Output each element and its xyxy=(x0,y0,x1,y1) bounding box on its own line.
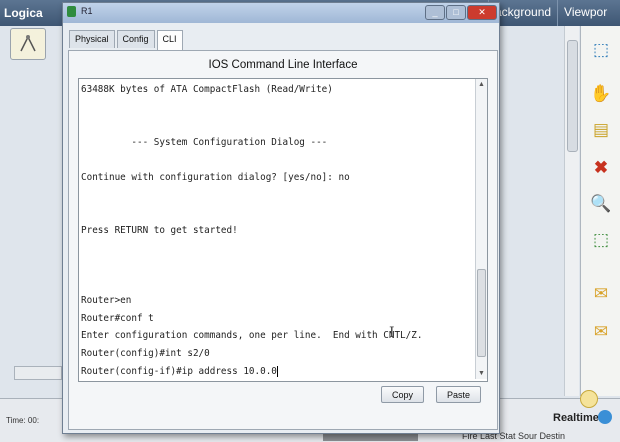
note-icon[interactable]: ▤ xyxy=(589,118,613,142)
workspace-horizontal-scrollbar[interactable] xyxy=(14,366,62,380)
terminal-output[interactable]: 63488K bytes of ATA CompactFlash (Read/W… xyxy=(81,81,476,377)
terminal-line: Press RETURN to get started! xyxy=(81,224,238,236)
window-titlebar[interactable]: R1 _ □ ✕ xyxy=(63,3,499,23)
terminal-line: 63488K bytes of ATA CompactFlash (Read/W… xyxy=(81,84,333,95)
cli-panel: IOS Command Line Interface 63488K bytes … xyxy=(68,50,498,430)
common-tools-bar: ⬚ ✋ ▤ ✖ 🔍 ⬚ ✉ ✉ xyxy=(580,26,620,396)
terminal-line: Router#conf t xyxy=(81,312,154,324)
workspace-tabs: ackground Viewpor xyxy=(488,0,613,26)
scroll-up-icon[interactable]: ▲ xyxy=(478,81,485,88)
terminal[interactable]: 63488K bytes of ATA CompactFlash (Read/W… xyxy=(78,78,488,382)
copy-button[interactable]: Copy xyxy=(381,386,425,403)
tab-physical[interactable]: Physical xyxy=(69,30,115,48)
clock-icon[interactable] xyxy=(580,390,598,408)
hand-icon[interactable]: ✋ xyxy=(589,82,613,106)
realtime-label[interactable]: Realtime xyxy=(553,412,599,424)
cli-title: IOS Command Line Interface xyxy=(208,59,358,71)
close-button[interactable]: ✕ xyxy=(467,5,497,20)
terminal-line: Router(config-if)#ip address 10.0.0 xyxy=(81,365,278,377)
terminal-line: Enter configuration commands, one per li… xyxy=(81,330,423,342)
complex-pdu-icon[interactable]: ✉ xyxy=(589,320,613,344)
minimize-button[interactable]: _ xyxy=(425,5,445,20)
device-tabs: Physical Config CLI xyxy=(69,30,185,50)
resize-icon[interactable]: ⬚ xyxy=(589,228,613,252)
zoom-icon[interactable]: 🔍 xyxy=(589,192,613,216)
tab-config[interactable]: Config xyxy=(116,30,155,48)
terminal-line: Continue with configuration dialog? [yes… xyxy=(81,171,350,183)
terminal-scroll-thumb[interactable] xyxy=(477,269,486,357)
window-title: R1 xyxy=(81,6,93,16)
terminal-scrollbar[interactable]: ▲ ▼ xyxy=(475,79,487,379)
scroll-down-icon[interactable]: ▼ xyxy=(478,370,485,377)
tab-cli[interactable]: CLI xyxy=(156,30,183,50)
pdu-icon[interactable]: ✉ xyxy=(589,282,613,306)
delete-icon[interactable]: ✖ xyxy=(589,156,613,180)
terminal-line: --- System Configuration Dialog --- xyxy=(81,136,328,148)
terminal-line: Router(config)#int s2/0 xyxy=(81,347,210,359)
logical-workspace-icon[interactable] xyxy=(10,28,46,60)
tab-viewport[interactable]: Viewpor xyxy=(557,0,613,26)
paste-button[interactable]: Paste xyxy=(436,386,482,403)
select-icon[interactable]: ⬚ xyxy=(589,38,613,62)
scrollbar-thumb[interactable] xyxy=(567,40,578,152)
terminal-line: Router>en xyxy=(81,295,132,307)
realtime-mode-icon[interactable] xyxy=(598,410,612,424)
text-cursor-icon: I xyxy=(389,325,395,341)
logical-label: Logica xyxy=(4,6,43,20)
router-icon xyxy=(67,6,76,17)
time-label: Time: 00: xyxy=(6,416,40,425)
router-window: R1 _ □ ✕ Physical Config CLI IOS Command… xyxy=(62,2,500,434)
caret xyxy=(276,365,278,377)
workspace-vertical-scrollbar[interactable] xyxy=(564,26,579,396)
maximize-button[interactable]: □ xyxy=(446,5,466,20)
